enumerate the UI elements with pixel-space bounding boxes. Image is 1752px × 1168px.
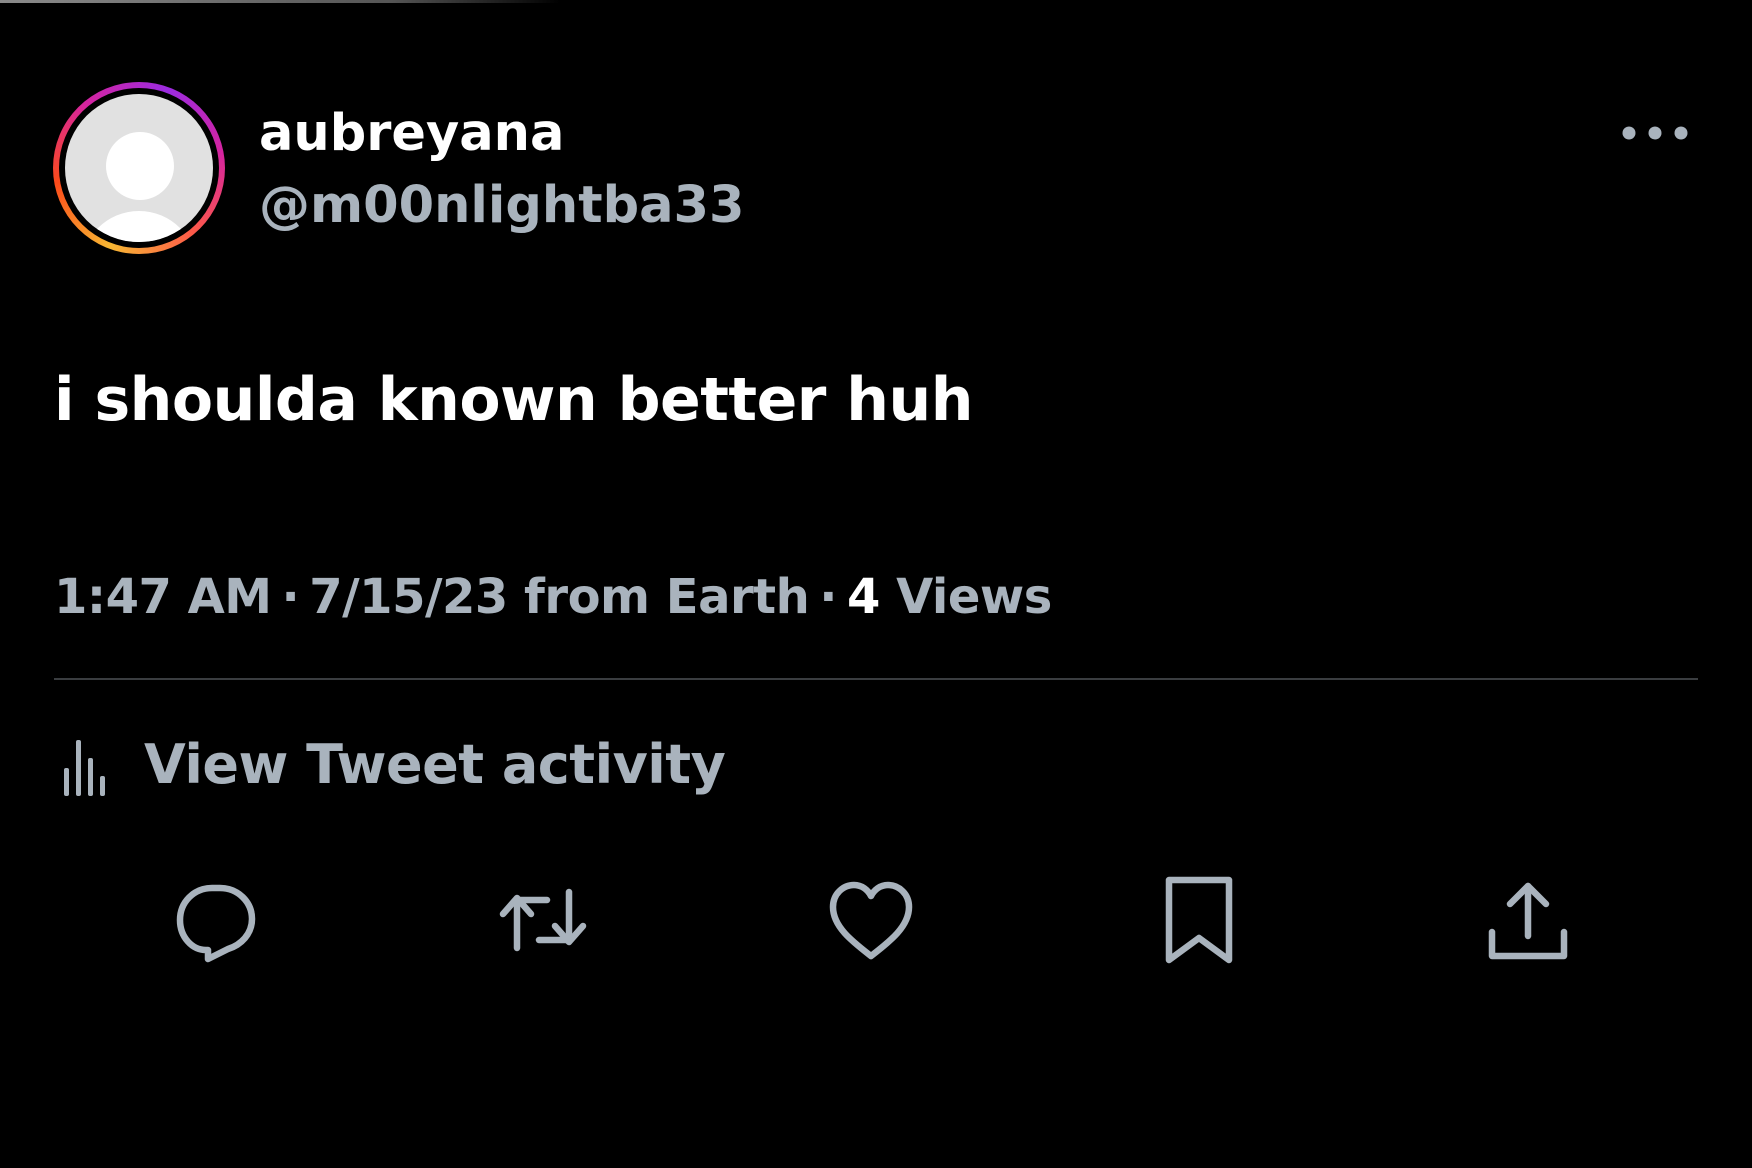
top-edge-line (0, 0, 560, 3)
like-button[interactable] (823, 872, 919, 968)
user-handle[interactable]: @m00nlightba33 (259, 176, 744, 236)
bookmark-icon (1165, 876, 1233, 964)
retweet-button[interactable] (495, 872, 591, 968)
bar-chart-icon (64, 740, 105, 796)
tweet-date-source[interactable]: 7/15/23 from Earth (309, 569, 810, 625)
more-horizontal-icon (1622, 126, 1688, 140)
meta-separator: · (819, 569, 837, 625)
default-avatar-icon (65, 94, 213, 242)
bookmark-button[interactable] (1151, 872, 1247, 968)
display-name[interactable]: aubreyana (259, 104, 564, 164)
share-icon (1488, 882, 1568, 960)
view-tweet-activity-label: View Tweet activity (144, 733, 726, 796)
views-label: Views (896, 569, 1052, 625)
tweet-text: i shoulda known better huh (54, 365, 973, 435)
more-options-button[interactable] (1620, 118, 1690, 148)
share-button[interactable] (1480, 872, 1576, 968)
divider (54, 678, 1698, 680)
avatar-head-shape (106, 132, 174, 200)
tweet-metadata: 1:47 AM · 7/15/23 from Earth · 4 Views (54, 565, 1052, 629)
retweet-icon (499, 888, 587, 952)
views-count: 4 (846, 569, 880, 625)
reply-button[interactable] (168, 872, 264, 968)
view-tweet-activity-button[interactable]: View Tweet activity (54, 725, 726, 805)
avatar[interactable] (59, 88, 219, 248)
heart-icon (829, 881, 913, 960)
tweet-time[interactable]: 1:47 AM (54, 569, 272, 625)
reply-icon (176, 884, 256, 963)
avatar-body-shape (81, 211, 197, 242)
meta-separator: · (281, 569, 300, 625)
